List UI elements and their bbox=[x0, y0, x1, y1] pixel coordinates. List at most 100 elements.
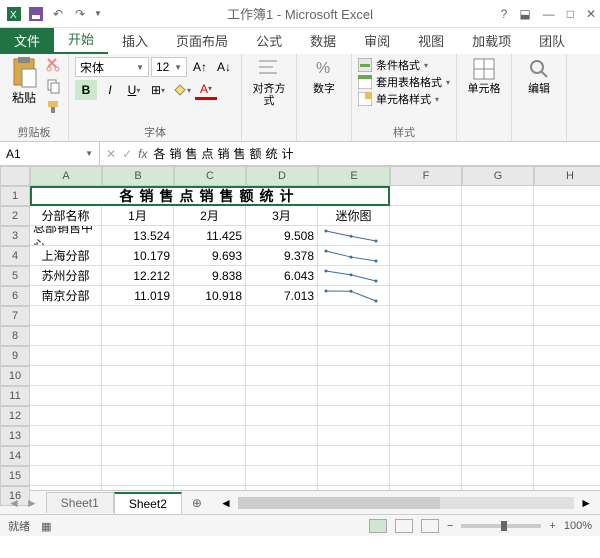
cell[interactable] bbox=[534, 286, 600, 306]
cell[interactable] bbox=[390, 446, 462, 466]
cell[interactable] bbox=[462, 406, 534, 426]
cell[interactable] bbox=[30, 346, 102, 366]
row-header[interactable]: 1 bbox=[0, 186, 30, 206]
font-size-select[interactable]: 12▼ bbox=[151, 57, 187, 77]
cell[interactable] bbox=[534, 446, 600, 466]
cell[interactable]: 南京分部 bbox=[30, 286, 102, 306]
cell[interactable] bbox=[102, 446, 174, 466]
cell[interactable] bbox=[30, 406, 102, 426]
cell[interactable] bbox=[102, 406, 174, 426]
italic-button[interactable]: I bbox=[99, 80, 121, 100]
col-header[interactable]: H bbox=[534, 166, 600, 186]
cell[interactable]: 11.019 bbox=[102, 286, 174, 306]
cell[interactable] bbox=[534, 406, 600, 426]
cell[interactable] bbox=[534, 366, 600, 386]
cell[interactable] bbox=[102, 306, 174, 326]
cell[interactable] bbox=[390, 306, 462, 326]
cell[interactable] bbox=[318, 306, 390, 326]
tab-file[interactable]: 文件 bbox=[0, 27, 54, 54]
row-header[interactable]: 12 bbox=[0, 406, 30, 426]
cell[interactable]: 11.425 bbox=[174, 226, 246, 246]
tab-addin[interactable]: 加载项 bbox=[458, 27, 525, 54]
col-header[interactable]: G bbox=[462, 166, 534, 186]
cell[interactable] bbox=[102, 386, 174, 406]
col-header[interactable]: B bbox=[102, 166, 174, 186]
formula-input[interactable]: 各销售点销售额统计 bbox=[153, 145, 297, 162]
underline-button[interactable]: U▾ bbox=[123, 80, 145, 100]
cell[interactable] bbox=[462, 206, 534, 226]
cell[interactable] bbox=[318, 446, 390, 466]
cell[interactable] bbox=[102, 426, 174, 446]
cell[interactable] bbox=[174, 406, 246, 426]
cell[interactable] bbox=[318, 246, 390, 266]
cell[interactable] bbox=[246, 486, 318, 490]
cell[interactable] bbox=[462, 486, 534, 490]
cell[interactable] bbox=[462, 246, 534, 266]
col-header[interactable]: E bbox=[318, 166, 390, 186]
tab-formula[interactable]: 公式 bbox=[242, 27, 296, 54]
cell[interactable]: 上海分部 bbox=[30, 246, 102, 266]
select-all-corner[interactable] bbox=[0, 166, 30, 186]
copy-icon[interactable] bbox=[46, 78, 62, 97]
cell[interactable] bbox=[390, 426, 462, 446]
cell[interactable]: 9.838 bbox=[174, 266, 246, 286]
edit-button[interactable]: 编辑 bbox=[518, 57, 560, 95]
tab-insert[interactable]: 插入 bbox=[108, 27, 162, 54]
cell[interactable] bbox=[318, 286, 390, 306]
tab-home[interactable]: 开始 bbox=[54, 25, 108, 54]
sheet-nav-next-icon[interactable]: ► bbox=[26, 496, 38, 510]
cell[interactable] bbox=[246, 306, 318, 326]
cell[interactable] bbox=[30, 306, 102, 326]
cell[interactable] bbox=[462, 366, 534, 386]
cell[interactable] bbox=[174, 386, 246, 406]
confirm-icon[interactable]: ✓ bbox=[122, 147, 132, 161]
row-header[interactable]: 13 bbox=[0, 426, 30, 446]
cell[interactable] bbox=[390, 386, 462, 406]
font-color-icon[interactable]: A▾ bbox=[195, 80, 217, 100]
cell[interactable]: 迷你图 bbox=[318, 206, 390, 226]
qat-dropdown-icon[interactable]: ▼ bbox=[94, 9, 102, 18]
cell[interactable] bbox=[246, 446, 318, 466]
cell[interactable] bbox=[534, 386, 600, 406]
cell[interactable]: 9.378 bbox=[246, 246, 318, 266]
cell[interactable] bbox=[534, 346, 600, 366]
cell[interactable]: 总部销售中心 bbox=[30, 226, 102, 246]
cell[interactable] bbox=[534, 426, 600, 446]
font-name-select[interactable]: 宋体▼ bbox=[75, 57, 149, 77]
row-header[interactable]: 11 bbox=[0, 386, 30, 406]
cell[interactable] bbox=[246, 406, 318, 426]
cell[interactable] bbox=[462, 326, 534, 346]
cell[interactable] bbox=[462, 386, 534, 406]
cell[interactable] bbox=[318, 366, 390, 386]
cell[interactable] bbox=[390, 366, 462, 386]
row-header[interactable]: 9 bbox=[0, 346, 30, 366]
cell[interactable] bbox=[174, 466, 246, 486]
col-header[interactable]: A bbox=[30, 166, 102, 186]
cell-style-button[interactable]: 单元格样式▾ bbox=[358, 91, 450, 107]
cells-button[interactable]: 单元格 bbox=[463, 57, 505, 95]
row-header[interactable]: 10 bbox=[0, 366, 30, 386]
cell[interactable] bbox=[390, 246, 462, 266]
align-button[interactable]: 对齐方式 bbox=[248, 57, 290, 107]
cell[interactable] bbox=[462, 426, 534, 446]
cell[interactable] bbox=[390, 406, 462, 426]
cell[interactable] bbox=[246, 346, 318, 366]
cell[interactable] bbox=[462, 266, 534, 286]
table-format-button[interactable]: 套用表格格式▾ bbox=[358, 74, 450, 90]
cell[interactable] bbox=[246, 386, 318, 406]
cell[interactable] bbox=[390, 286, 462, 306]
cell[interactable]: 10.918 bbox=[174, 286, 246, 306]
cell[interactable]: 苏州分部 bbox=[30, 266, 102, 286]
cell[interactable] bbox=[390, 346, 462, 366]
tab-data[interactable]: 数据 bbox=[296, 27, 350, 54]
redo-icon[interactable]: ↷ bbox=[72, 6, 88, 22]
cell[interactable] bbox=[30, 386, 102, 406]
add-sheet-icon[interactable]: ⊕ bbox=[182, 493, 212, 513]
cell[interactable] bbox=[246, 326, 318, 346]
cell[interactable] bbox=[462, 346, 534, 366]
cell[interactable] bbox=[30, 326, 102, 346]
sheet-tab[interactable]: Sheet2 bbox=[114, 492, 182, 514]
fx-icon[interactable]: fx bbox=[138, 147, 147, 161]
tab-layout[interactable]: 页面布局 bbox=[162, 27, 242, 54]
title-cell[interactable]: 各销售点销售额统计 bbox=[30, 186, 390, 206]
